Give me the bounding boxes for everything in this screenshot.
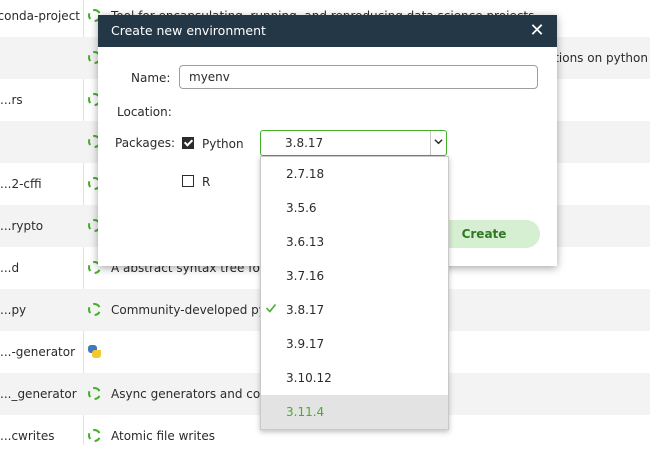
package-name: ...d	[0, 261, 20, 275]
version-option[interactable]: 3.9.17	[261, 327, 448, 361]
dialog-header: Create new environment ✕	[98, 15, 557, 47]
version-option[interactable]: 3.5.6	[261, 191, 448, 225]
package-name	[0, 121, 80, 163]
version-option[interactable]: 3.7.16	[261, 259, 448, 293]
name-label: Name:	[131, 71, 171, 85]
package-name: ...rs	[0, 93, 23, 107]
r-checkbox[interactable]	[182, 175, 194, 187]
package-name: ..._generator	[0, 387, 77, 401]
python-version-select[interactable]: 3.8.17	[260, 130, 447, 156]
location-label: Location:	[117, 105, 172, 119]
r-label: R	[202, 175, 211, 189]
packages-label: Packages:	[115, 136, 176, 150]
package-name: conda-project	[0, 9, 80, 23]
package-name: ...cwrites	[0, 429, 55, 443]
package-name: ...rypto	[0, 219, 44, 233]
version-option[interactable]: 3.6.13	[261, 225, 448, 259]
loading-ring-icon	[88, 303, 102, 317]
selected-version: 3.8.17	[285, 136, 324, 150]
version-option[interactable]: 3.10.12	[261, 361, 448, 395]
package-description: Atomic file writes	[111, 429, 215, 443]
loading-ring-icon	[88, 387, 102, 401]
environment-name-input[interactable]	[179, 65, 538, 89]
python-label: Python	[202, 137, 244, 151]
package-description: Async generators and conte	[111, 387, 280, 401]
checkmark-icon	[266, 303, 276, 313]
select-divider	[430, 131, 431, 155]
python-logo-icon	[88, 345, 102, 359]
chevron-down-icon	[434, 139, 443, 145]
version-dropdown-list: 2.7.18 3.5.6 3.6.13 3.7.16 3.8.17 3.9.17…	[260, 156, 449, 430]
package-name: ...2-cffi	[0, 177, 42, 191]
dialog-title: Create new environment	[111, 23, 266, 38]
package-name	[0, 37, 80, 79]
loading-ring-icon	[88, 429, 102, 443]
close-icon[interactable]: ✕	[527, 21, 547, 41]
version-option[interactable]: 2.7.18	[261, 157, 448, 191]
package-name: ...py	[0, 303, 27, 317]
package-description: Community-developed pyt	[111, 303, 271, 317]
python-checkbox[interactable]	[182, 137, 194, 149]
package-name: ...-generator	[0, 345, 76, 359]
version-option-selected[interactable]: 3.8.17	[261, 293, 448, 327]
version-option-hovered[interactable]: 3.11.4	[261, 395, 448, 429]
